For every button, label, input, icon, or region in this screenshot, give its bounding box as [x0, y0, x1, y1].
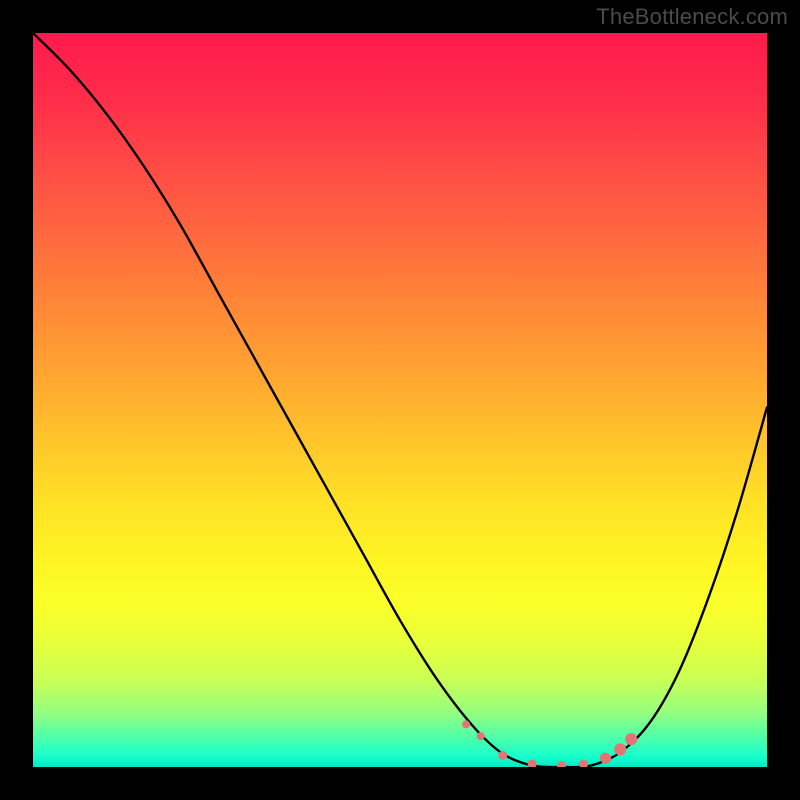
highlight-dot — [625, 733, 637, 745]
highlight-markers — [33, 33, 767, 767]
highlight-dot — [498, 751, 507, 760]
highlight-dot — [614, 743, 626, 755]
highlight-dot — [462, 720, 470, 728]
highlight-dot — [477, 732, 485, 740]
highlight-dot — [579, 760, 588, 767]
bottleneck-curve — [33, 33, 767, 767]
watermark-text: TheBottleneck.com — [596, 4, 788, 30]
gradient-plot-area — [33, 33, 767, 767]
highlight-dot — [600, 753, 611, 764]
highlight-dot — [557, 761, 566, 767]
highlight-dot — [528, 760, 537, 767]
